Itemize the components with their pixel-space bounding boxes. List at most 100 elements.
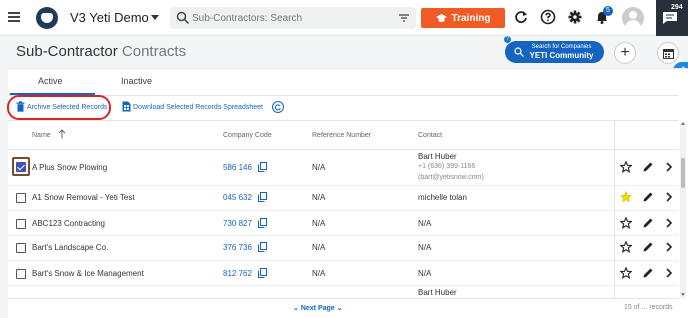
copy-icon[interactable] — [258, 192, 267, 202]
row-divider — [8, 210, 614, 211]
sync-icon — [274, 104, 281, 111]
row-contact: N/A — [418, 219, 432, 228]
tab-inactive[interactable]: Inactive — [121, 76, 152, 86]
notification-badge: 5 — [603, 6, 613, 16]
row-reference: N/A — [312, 193, 326, 202]
pencil-icon[interactable] — [642, 191, 654, 203]
avatar[interactable] — [622, 7, 644, 29]
row-company-code[interactable]: 376 736 — [223, 243, 252, 252]
next-page-button[interactable]: ⌄ Next Page ⌄ — [293, 304, 343, 312]
row-divider — [615, 235, 678, 236]
row-name[interactable]: Bart's Landscape Co. — [32, 243, 108, 252]
copy-icon[interactable] — [258, 162, 267, 172]
row-contact-phone[interactable]: +1 (636) 399-1166 — [418, 163, 475, 170]
yeti-community-button[interactable]: ? Search for Companies YETI Community — [503, 35, 604, 63]
column-header-reference[interactable]: Reference Number — [312, 132, 371, 139]
info-icon[interactable]: ? — [503, 35, 512, 44]
search-icon — [176, 11, 190, 25]
next-page-label: Next Page — [300, 305, 335, 312]
scrollbar-thumb[interactable] — [681, 158, 685, 188]
star-icon[interactable] — [620, 161, 632, 173]
star-icon[interactable] — [620, 267, 632, 279]
table-divider — [8, 120, 678, 121]
row-divider — [615, 185, 678, 186]
row-checkbox[interactable] — [16, 162, 26, 172]
records-count: 15 of ... records — [624, 304, 673, 311]
top-bar: V3 Yeti Demo Training — [0, 0, 688, 36]
community-title: YETI Community — [529, 51, 594, 60]
column-header-company-code[interactable]: Company Code — [223, 132, 272, 139]
row-company-code[interactable]: 730 827 — [223, 219, 252, 228]
column-header-name[interactable]: Name — [32, 132, 51, 139]
row-divider — [615, 285, 678, 286]
highlight-circle — [7, 95, 111, 120]
page-title-main: Sub-Contractor — [16, 43, 118, 60]
column-header-contact[interactable]: Contact — [418, 132, 442, 139]
chevron-right-icon[interactable] — [663, 161, 675, 173]
calendar-icon — [663, 49, 674, 59]
filter-icon[interactable] — [398, 12, 410, 24]
training-button[interactable]: Training — [421, 8, 505, 28]
sync-button[interactable] — [272, 101, 284, 113]
chat-icon — [663, 12, 677, 24]
copy-icon[interactable] — [258, 242, 267, 252]
pencil-icon[interactable] — [642, 267, 654, 279]
refresh-icon[interactable] — [513, 9, 529, 25]
page-title: Sub-Contractor Contracts — [16, 43, 186, 60]
row-name[interactable]: Bart's Snow & Ice Management — [32, 269, 144, 278]
tab-active[interactable]: Active — [38, 76, 63, 86]
calendar-button[interactable] — [657, 42, 679, 64]
star-icon[interactable] — [620, 191, 632, 203]
row-company-code[interactable]: 586 146 — [223, 163, 252, 172]
row-checkbox[interactable] — [16, 269, 26, 279]
row-checkbox[interactable] — [16, 219, 26, 229]
row-contact-email[interactable]: (bart@yetisnow.com) — [418, 174, 484, 181]
row-checkbox[interactable] — [16, 243, 26, 253]
chevron-down-icon: ⌄ — [336, 305, 343, 312]
search-bar — [170, 7, 416, 29]
row-company-code[interactable]: 812 762 — [223, 269, 252, 278]
app-name[interactable]: V3 Yeti Demo — [70, 10, 149, 25]
chat-button[interactable]: 294 — [656, 0, 688, 36]
chevron-right-icon[interactable] — [663, 267, 675, 279]
copy-icon[interactable] — [258, 218, 267, 228]
search-input[interactable] — [192, 11, 388, 25]
row-divider — [8, 285, 614, 286]
scroll-down-arrow[interactable] — [681, 293, 685, 296]
pencil-icon[interactable] — [642, 161, 654, 173]
chevron-down-icon[interactable] — [151, 15, 159, 20]
graduation-cap-icon — [435, 13, 447, 22]
star-icon[interactable] — [620, 217, 632, 229]
yeti-logo[interactable] — [36, 7, 58, 29]
row-name[interactable]: ABC123 Contracting — [32, 219, 105, 228]
row-company-code[interactable]: 045 632 — [223, 193, 252, 202]
footer-divider — [8, 298, 678, 299]
row-contact: N/A — [418, 243, 432, 252]
chevron-down-icon: ⌄ — [293, 305, 299, 312]
star-icon[interactable] — [620, 241, 632, 253]
chevron-right-icon[interactable] — [663, 217, 675, 229]
chevron-right-icon[interactable] — [663, 241, 675, 253]
training-label: Training — [451, 12, 491, 24]
add-button[interactable]: + — [614, 42, 636, 64]
copy-icon[interactable] — [258, 268, 267, 278]
chevron-right-icon[interactable] — [663, 191, 675, 203]
row-divider — [8, 260, 614, 261]
row-divider — [8, 185, 614, 186]
menu-icon[interactable] — [8, 12, 20, 22]
row-divider — [8, 235, 614, 236]
row-name[interactable]: A Plus Snow Plowing — [32, 163, 107, 172]
row-reference: N/A — [312, 219, 326, 228]
help-icon[interactable] — [540, 9, 556, 25]
download-spreadsheet-link[interactable]: Download Selected Records Spreadsheet — [133, 104, 263, 111]
pencil-icon[interactable] — [642, 217, 654, 229]
row-contact: Bart Huber — [418, 288, 457, 297]
scroll-up-arrow[interactable] — [681, 122, 685, 125]
row-name[interactable]: A1 Snow Removal - Yeti Test — [32, 193, 135, 202]
row-reference: N/A — [312, 269, 326, 278]
scrollbar[interactable] — [680, 122, 686, 298]
gear-icon[interactable] — [567, 9, 583, 25]
sort-ascending-icon[interactable] — [58, 129, 66, 139]
pencil-icon[interactable] — [642, 241, 654, 253]
row-checkbox[interactable] — [16, 193, 26, 203]
